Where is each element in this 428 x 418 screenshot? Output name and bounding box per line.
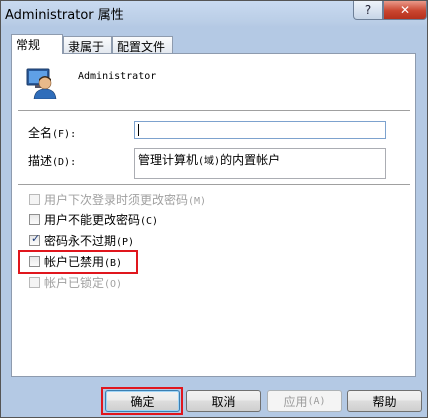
cannot-change-password-label: 用户不能更改密码(C) bbox=[44, 211, 158, 228]
apply-button[interactable]: 应用 (A) bbox=[267, 390, 342, 412]
ok-button-label: 确定 bbox=[130, 394, 155, 409]
tab-label: 配置文件 bbox=[117, 40, 166, 54]
description-value-c: 的内置帐户 bbox=[220, 153, 281, 167]
tab-member-of[interactable]: 隶属于 bbox=[63, 36, 112, 54]
checkbox-text: 用户不能更改密码 bbox=[44, 212, 141, 227]
checkbox-text: 帐户已锁定 bbox=[44, 275, 105, 290]
must-change-password-label: 用户下次登录时须更改密码(M) bbox=[44, 191, 206, 208]
must-change-password-row[interactable]: 用户下次登录时须更改密码(M) bbox=[29, 191, 206, 207]
fullname-input[interactable] bbox=[134, 121, 386, 139]
fullname-label: 全名(F): bbox=[28, 124, 76, 141]
divider bbox=[18, 184, 410, 186]
close-icon: ✕ bbox=[399, 3, 411, 17]
help-caption-button[interactable]: ? bbox=[353, 1, 383, 20]
checkbox-text: 用户下次登录时须更改密码 bbox=[44, 192, 189, 207]
password-never-expires-label: 密码永不过期(P) bbox=[44, 232, 134, 249]
password-never-expires-row[interactable]: ✓ 密码永不过期(P) bbox=[29, 232, 134, 248]
question-mark-icon: ? bbox=[364, 3, 372, 17]
account-locked-checkbox[interactable] bbox=[29, 276, 40, 288]
help-button[interactable]: 帮助 bbox=[347, 390, 422, 412]
must-change-password-checkbox[interactable] bbox=[29, 193, 40, 205]
title-bar[interactable]: Administrator 属性 ? ✕ bbox=[1, 1, 427, 25]
description-value-a: 管理计算机 bbox=[138, 153, 199, 167]
apply-shortcut: (A) bbox=[307, 395, 326, 407]
text-caret bbox=[138, 124, 139, 136]
description-label-text: 描述 bbox=[28, 154, 53, 168]
cannot-change-password-row[interactable]: 用户不能更改密码(C) bbox=[29, 211, 158, 227]
cancel-button-label: 取消 bbox=[211, 394, 236, 409]
checkbox-shortcut: (M) bbox=[188, 195, 207, 207]
close-button[interactable]: ✕ bbox=[383, 1, 427, 20]
description-shortcut: (D): bbox=[52, 157, 77, 168]
description-input[interactable]: 管理计算机(域)的内置帐户 bbox=[134, 148, 386, 179]
tab-general[interactable]: 常规 bbox=[11, 34, 63, 54]
properties-dialog: Administrator 属性 ? ✕ 常规 隶属于 配置文件 Adminis… bbox=[0, 0, 428, 418]
tab-profile[interactable]: 配置文件 bbox=[112, 36, 173, 54]
check-mark-icon: ✓ bbox=[31, 231, 41, 245]
apply-button-label: 应用 bbox=[283, 394, 308, 409]
checkbox-shortcut: (O) bbox=[104, 278, 123, 290]
divider bbox=[18, 110, 410, 112]
cannot-change-password-checkbox[interactable] bbox=[29, 213, 40, 225]
fullname-label-text: 全名 bbox=[28, 126, 53, 140]
description-value-b: (域) bbox=[198, 156, 221, 167]
account-locked-label: 帐户已锁定(O) bbox=[44, 274, 122, 291]
tab-label: 常规 bbox=[16, 38, 41, 52]
checkbox-text: 密码永不过期 bbox=[44, 233, 117, 248]
window-title: Administrator 属性 bbox=[5, 8, 124, 23]
ok-button[interactable]: 确定 bbox=[105, 390, 180, 412]
highlight-box-account-disabled bbox=[18, 250, 138, 274]
user-icon bbox=[26, 68, 57, 99]
fullname-shortcut: (F): bbox=[52, 129, 77, 140]
cancel-button[interactable]: 取消 bbox=[186, 390, 261, 412]
help-button-label: 帮助 bbox=[372, 394, 397, 409]
general-tab-panel: Administrator 全名(F): 描述(D): 管理计算机(域)的内置帐… bbox=[11, 53, 416, 377]
password-never-expires-checkbox[interactable]: ✓ bbox=[29, 231, 41, 246]
description-label: 描述(D): bbox=[28, 152, 76, 169]
user-name: Administrator bbox=[78, 71, 157, 82]
tab-label: 隶属于 bbox=[68, 40, 105, 54]
checkbox-shortcut: (C) bbox=[140, 215, 159, 227]
account-locked-row[interactable]: 帐户已锁定(O) bbox=[29, 274, 122, 290]
checkbox-shortcut: (P) bbox=[116, 236, 135, 248]
